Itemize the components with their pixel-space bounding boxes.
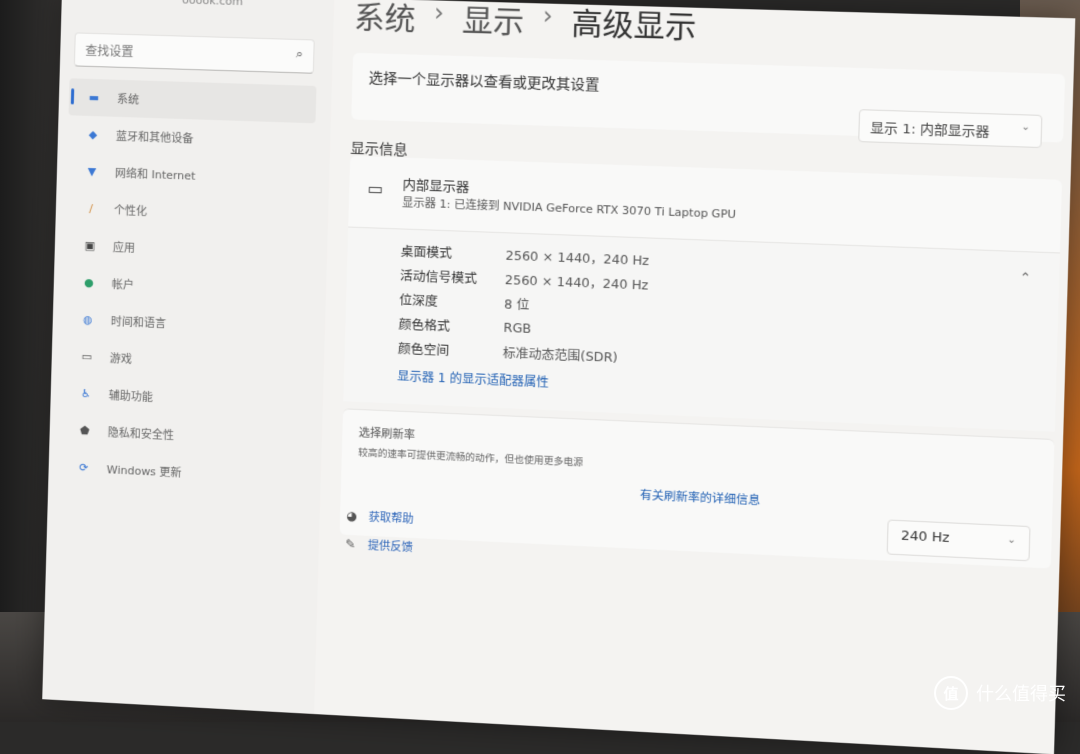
- settings-window: ooook.com 查找设置 ⌕ ▬ 系统 ◆ 蓝牙和其他设备 ▼ 网络和 In…: [42, 0, 1076, 754]
- sidebar-item-label: 蓝牙和其他设备: [115, 129, 194, 145]
- info-value: 2560 × 1440，240 Hz: [504, 271, 649, 293]
- accessibility-icon: ♿: [80, 386, 91, 401]
- chevron-right-icon: ›: [433, 0, 445, 28]
- sidebar-item-label: 时间和语言: [110, 314, 167, 330]
- sidebar-item-label: Windows 更新: [106, 462, 182, 480]
- info-label: 颜色格式: [398, 315, 451, 334]
- bluetooth-icon: ◆: [88, 127, 98, 142]
- feedback-label: 提供反馈: [367, 538, 414, 555]
- breadcrumb-display[interactable]: 显示: [462, 0, 525, 42]
- page-title: 高级显示: [570, 6, 697, 46]
- chevron-up-icon[interactable]: ⌃: [1019, 271, 1031, 287]
- info-label: 颜色空间: [397, 340, 450, 358]
- sidebar-item-label: 游戏: [109, 351, 133, 366]
- person-icon: ●: [83, 275, 94, 290]
- apps-icon: ▣: [84, 238, 96, 253]
- info-label: 活动信号模式: [399, 267, 478, 286]
- shield-icon: ⬟: [79, 423, 90, 438]
- chevron-down-icon: ⌄: [1021, 121, 1031, 134]
- sidebar: ooook.com 查找设置 ⌕ ▬ 系统 ◆ 蓝牙和其他设备 ▼ 网络和 In…: [42, 0, 335, 715]
- refresh-rate-info-link[interactable]: 有关刷新率的详细信息: [640, 487, 761, 509]
- refresh-rate-description: 较高的速率可提供更流畅的动作，但也使用更多电源: [358, 447, 584, 469]
- info-value: 标准动态范围(SDR): [502, 344, 618, 365]
- sidebar-item-label: 网络和 Internet: [114, 166, 196, 183]
- gamepad-icon: ▭: [81, 349, 93, 364]
- help-icon: ◕: [345, 508, 358, 524]
- chevron-down-icon: ⌄: [1007, 534, 1017, 547]
- account-email: ooook.com: [181, 0, 244, 9]
- brush-icon: /: [88, 202, 93, 216]
- update-icon: ⟳: [78, 460, 89, 475]
- display-connection: 显示器 1: 已连接到 NVIDIA GeForce RTX 3070 Ti L…: [401, 196, 737, 222]
- sidebar-item-label: 隐私和安全性: [107, 425, 175, 442]
- display-select-card: 选择一个显示器以查看或更改其设置 显示 1: 内部显示器 ⌄: [351, 52, 1066, 149]
- watermark: 值 什么值得买: [934, 676, 1066, 710]
- sidebar-item-label: 系统: [116, 92, 140, 107]
- display-info-details: ⌃ 桌面模式 2560 × 1440，240 Hz 活动信号模式 2560 × …: [343, 226, 1060, 432]
- sidebar-item-label: 帐户: [111, 277, 135, 292]
- refresh-rate-value: 240 Hz: [900, 528, 950, 547]
- watermark-text: 什么值得买: [976, 684, 1066, 705]
- refresh-rate-title: 选择刷新率: [358, 426, 416, 442]
- main-content: 系统 › 显示 › 高级显示 选择一个显示器以查看或更改其设置 显示 1: 内部…: [334, 0, 1066, 754]
- globe-icon: ◍: [82, 312, 93, 327]
- feedback-icon: ✎: [345, 536, 356, 552]
- info-value: 8 位: [503, 295, 530, 312]
- breadcrumb-system[interactable]: 系统: [354, 0, 417, 38]
- feedback-link[interactable]: ✎ 提供反馈: [345, 530, 413, 562]
- sidebar-item-label: 个性化: [113, 203, 148, 218]
- sidebar-nav: ▬ 系统 ◆ 蓝牙和其他设备 ▼ 网络和 Internet / 个性化 ▣ 应用…: [58, 78, 317, 496]
- wifi-icon: ▼: [87, 164, 97, 179]
- info-value: RGB: [503, 319, 532, 336]
- display-select-value: 显示 1: 内部显示器: [869, 120, 990, 141]
- search-input[interactable]: 查找设置: [85, 42, 134, 60]
- info-value: 2560 × 1440，240 Hz: [505, 247, 650, 268]
- display-select-label: 选择一个显示器以查看或更改其设置: [368, 70, 600, 94]
- breadcrumb: 系统 › 显示 › 高级显示: [354, 0, 697, 47]
- display-info-rows: 桌面模式 2560 × 1440，240 Hz 活动信号模式 2560 × 14…: [398, 238, 650, 370]
- search-box[interactable]: 查找设置 ⌕: [73, 32, 315, 74]
- get-help-link[interactable]: ◕ 获取帮助: [346, 501, 414, 532]
- search-icon[interactable]: ⌕: [296, 47, 304, 62]
- info-label: 位深度: [399, 291, 439, 309]
- monitor-icon: ▬: [88, 90, 100, 105]
- adapter-properties-link[interactable]: 显示器 1 的显示适配器属性: [397, 367, 549, 391]
- info-label: 桌面模式: [400, 243, 453, 261]
- help-links: ◕ 获取帮助 ✎ 提供反馈: [345, 501, 414, 561]
- display-name: 内部显示器: [402, 177, 470, 196]
- sidebar-item-label: 辅助功能: [108, 388, 154, 404]
- laptop-icon: ▭: [367, 178, 384, 199]
- refresh-rate-card: 选择刷新率 较高的速率可提供更流畅的动作，但也使用更多电源 有关刷新率的详细信息…: [339, 408, 1055, 569]
- help-label: 获取帮助: [368, 510, 414, 526]
- display-select-dropdown[interactable]: 显示 1: 内部显示器 ⌄: [858, 109, 1043, 149]
- refresh-rate-dropdown[interactable]: 240 Hz ⌄: [886, 519, 1031, 562]
- sidebar-item-label: 应用: [112, 240, 136, 255]
- watermark-logo: 值: [934, 676, 968, 710]
- chevron-right-icon: ›: [542, 1, 554, 31]
- display-info-card: ▭ 内部显示器 显示器 1: 已连接到 NVIDIA GeForce RTX 3…: [343, 155, 1063, 432]
